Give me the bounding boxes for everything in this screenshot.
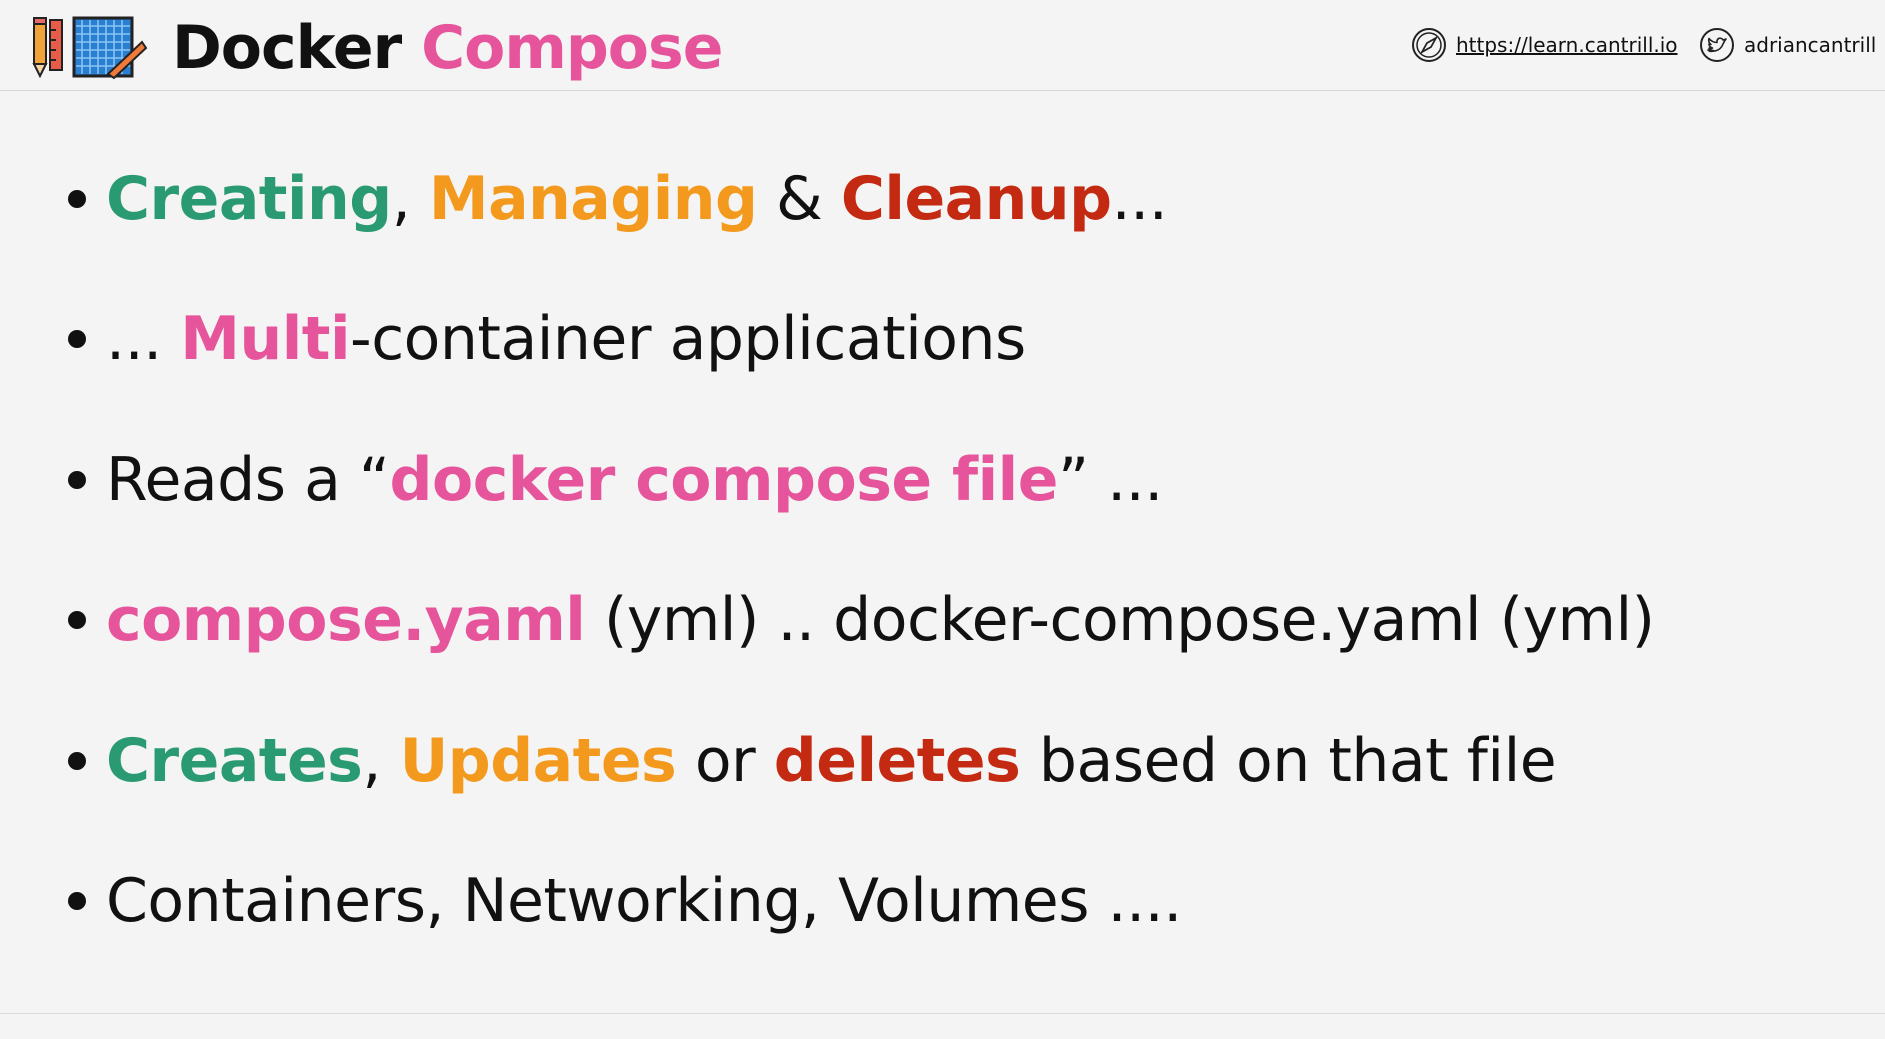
bullet-dot <box>68 330 86 348</box>
list-item: compose.yaml (yml) .. docker-compose.yam… <box>64 575 1655 665</box>
text-segment: or <box>676 726 774 796</box>
website-url[interactable]: https://learn.cantrill.io <box>1456 26 1678 64</box>
text-segment: based on that file <box>1020 726 1557 796</box>
text-segment: ” ... <box>1057 445 1163 515</box>
bullet-text: ... Multi-container applications <box>106 304 1026 374</box>
bullet-text: Creates, Updates or deletes based on tha… <box>106 726 1557 796</box>
bullet-dot <box>68 892 86 910</box>
compass-icon <box>1412 28 1446 62</box>
page-title: Docker Compose <box>172 10 723 86</box>
list-item: ... Multi-container applications <box>64 294 1026 384</box>
pencil-ruler-blueprint-icon <box>32 16 148 80</box>
text-segment: deletes <box>773 726 1021 796</box>
title-docker: Docker <box>172 13 402 83</box>
text-segment: Multi <box>180 304 351 374</box>
bullet-text: Containers, Networking, Volumes .... <box>106 866 1182 936</box>
website-link[interactable]: https://learn.cantrill.io <box>1410 26 1678 64</box>
text-segment: , <box>391 164 429 234</box>
text-segment: Managing <box>428 164 758 234</box>
twitter-handle[interactable]: adriancantrill <box>1698 26 1876 64</box>
list-item: Reads a “docker compose file” ... <box>64 435 1163 525</box>
bullet-text: compose.yaml (yml) .. docker-compose.yam… <box>106 585 1655 655</box>
bullet-dot <box>68 471 86 489</box>
text-segment: (yml) .. docker-compose.yaml (yml) <box>585 585 1655 655</box>
text-segment: docker compose file <box>389 445 1059 515</box>
bullet-text: Reads a “docker compose file” ... <box>106 445 1163 515</box>
text-segment: compose.yaml <box>106 585 586 655</box>
text-segment: Cleanup <box>840 164 1112 234</box>
text-segment: Containers, Networking, Volumes .... <box>106 866 1182 936</box>
text-segment: ... <box>106 304 181 374</box>
text-segment: Creating <box>106 164 392 234</box>
bullet-dot <box>68 190 86 208</box>
text-segment: , <box>362 726 400 796</box>
twitter-icon <box>1700 28 1734 62</box>
text-segment: Updates <box>399 726 677 796</box>
slide-header: Docker Compose https://learn.cantrill.io… <box>0 0 1885 91</box>
title-compose: Compose <box>421 13 723 83</box>
bullet-text: Creating, Managing & Cleanup... <box>106 164 1168 234</box>
list-item: Creating, Managing & Cleanup... <box>64 154 1168 244</box>
text-segment: Reads a “ <box>106 445 390 515</box>
text-segment: Creates <box>106 726 363 796</box>
text-segment: ... <box>1111 164 1168 234</box>
list-item: Containers, Networking, Volumes .... <box>64 856 1182 946</box>
bullet-dot <box>68 611 86 629</box>
bullet-dot <box>68 752 86 770</box>
twitter-username[interactable]: adriancantrill <box>1744 26 1876 64</box>
text-segment: -container applications <box>350 304 1026 374</box>
footer-divider <box>0 1013 1885 1014</box>
text-segment: & <box>757 164 841 234</box>
list-item: Creates, Updates or deletes based on tha… <box>64 716 1557 806</box>
